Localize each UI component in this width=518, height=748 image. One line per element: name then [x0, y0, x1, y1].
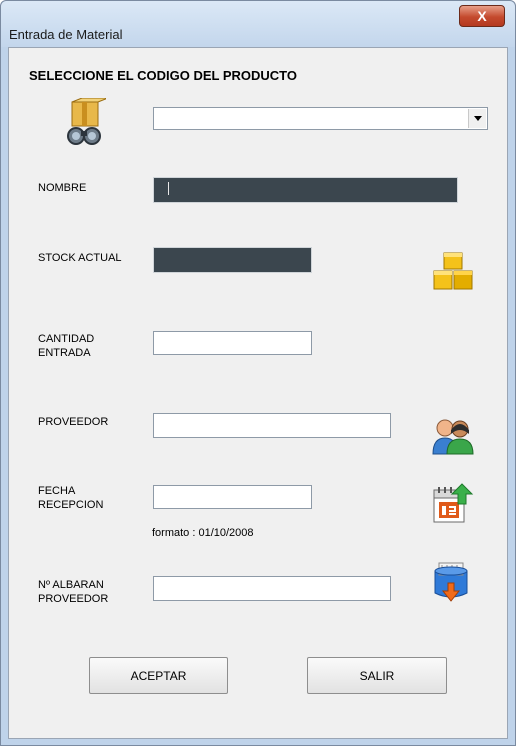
nombre-label: NOMBRE: [38, 182, 87, 194]
nombre-field[interactable]: [153, 177, 458, 203]
cantidad-label-line1: CANTIDAD: [38, 333, 95, 345]
dialog-window: Entrada de Material X SELECCIONE EL CODI…: [0, 0, 516, 746]
stock-label: STOCK ACTUAL: [38, 252, 122, 264]
dropdown-button[interactable]: [468, 109, 486, 128]
users-icon: [431, 416, 475, 456]
form-heading: SELECCIONE EL CODIGO DEL PRODUCTO: [29, 68, 297, 83]
albaran-label-line2: PROVEEDOR: [38, 593, 109, 605]
form-panel: SELECCIONE EL CODIGO DEL PRODUCTO NOMBRE: [8, 47, 508, 739]
box-binoculars-icon: [62, 97, 109, 148]
aceptar-button[interactable]: ACEPTAR: [89, 657, 228, 694]
salir-button[interactable]: SALIR: [307, 657, 447, 694]
fecha-label-line2: RECEPCION: [38, 499, 104, 511]
date-format-hint: formato : 01/10/2008: [152, 527, 254, 539]
proveedor-input[interactable]: [153, 413, 391, 438]
cantidad-label-line2: ENTRADA: [38, 347, 91, 359]
stock-field[interactable]: [153, 247, 312, 273]
albaran-label-line1: Nº ALBARAN: [38, 579, 104, 591]
cantidad-input[interactable]: [153, 331, 312, 355]
close-button[interactable]: X: [459, 5, 505, 27]
calendar-icon: [430, 482, 474, 526]
albaran-label: Nº ALBARAN PROVEEDOR: [38, 578, 108, 606]
fecha-label-line1: FECHA: [38, 485, 76, 497]
window-title: Entrada de Material: [9, 27, 123, 42]
proveedor-label: PROVEEDOR: [38, 416, 109, 428]
product-code-combobox[interactable]: [153, 107, 488, 130]
cantidad-label: CANTIDAD ENTRADA: [38, 332, 94, 360]
close-icon: X: [477, 8, 487, 24]
fecha-label: FECHA RECEPCION: [38, 484, 103, 512]
chevron-down-icon: [473, 116, 482, 121]
fecha-input[interactable]: [153, 485, 312, 509]
delivery-box-icon: [429, 559, 473, 603]
title-bar[interactable]: Entrada de Material X: [1, 1, 515, 47]
boxes-icon: [432, 251, 476, 295]
text-caret: [168, 182, 169, 195]
albaran-input[interactable]: [153, 576, 391, 601]
